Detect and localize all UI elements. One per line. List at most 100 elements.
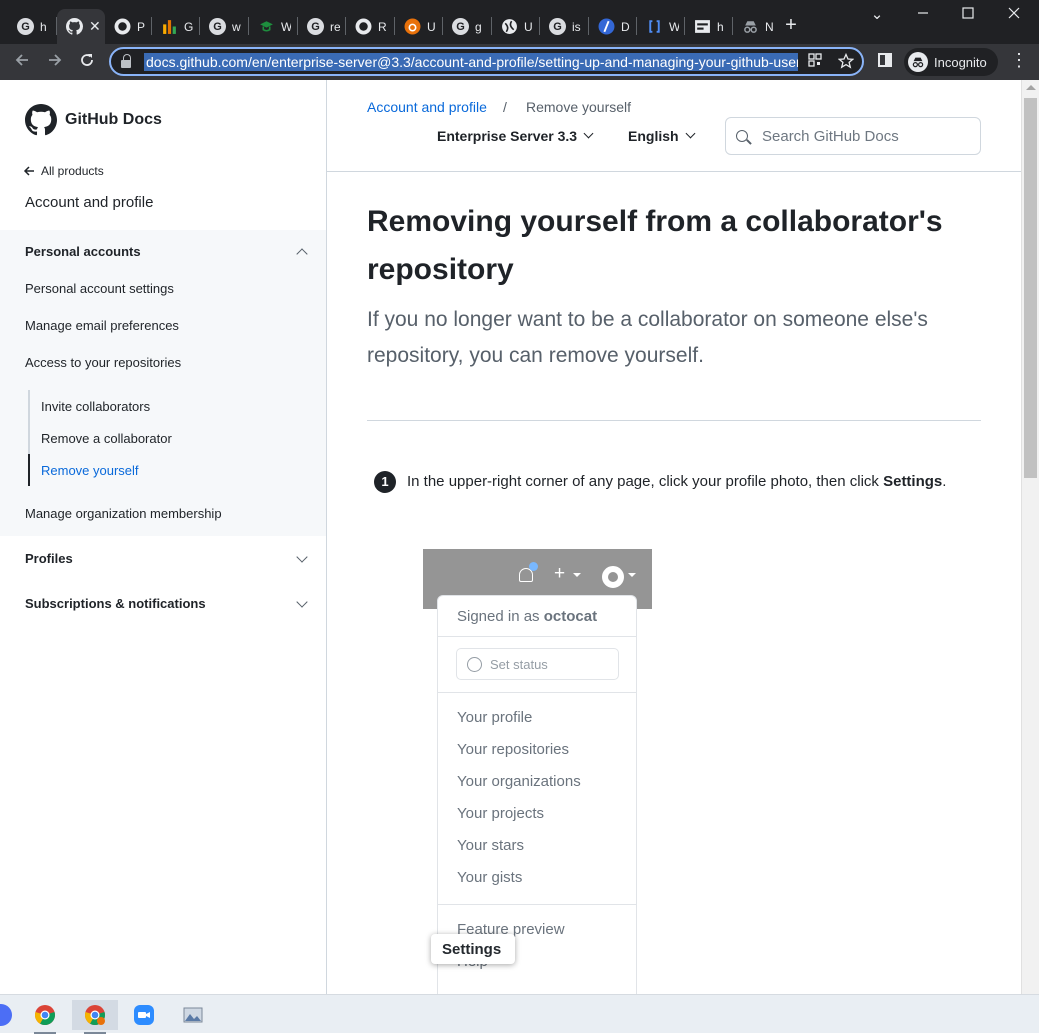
browser-tab[interactable]: U: [395, 9, 442, 44]
step-text-end: .: [942, 473, 947, 490]
google-icon: G: [452, 18, 469, 35]
url-text[interactable]: docs.github.com/en/enterprise-server@3.3…: [144, 52, 798, 71]
close-window-button[interactable]: [999, 4, 1029, 26]
sidebar-title[interactable]: Account and profile: [25, 194, 153, 211]
github-icon: [66, 18, 83, 35]
browser-tab[interactable]: D: [589, 9, 636, 44]
browser-tab[interactable]: U: [492, 9, 539, 44]
scrollbar-thumb[interactable]: [1024, 98, 1037, 478]
tab-title: W: [669, 19, 679, 34]
page-scrollbar[interactable]: [1021, 80, 1039, 994]
article-title: Removing yourself from a collaborator's …: [367, 205, 943, 286]
chevron-down-icon[interactable]: [296, 596, 308, 608]
tab-title: h: [717, 19, 724, 34]
browser-tab[interactable]: W: [637, 9, 684, 44]
qr-code-icon[interactable]: [806, 53, 824, 71]
tab-title: g: [475, 19, 482, 34]
reload-button[interactable]: [75, 50, 99, 74]
sidebar-item-access-to-repositories[interactable]: Access to your repositories: [25, 355, 181, 370]
sidebar-item-invite-collaborators[interactable]: Invite collaborators: [41, 399, 150, 414]
docs-page: GitHub Docs All products Account and pro…: [0, 80, 1039, 994]
taskbar-chrome-active[interactable]: [72, 1000, 118, 1034]
scroll-up-arrow-icon[interactable]: [1026, 85, 1036, 90]
menu-item-your-projects: Your projects: [457, 805, 544, 822]
tab-title: re: [330, 19, 340, 34]
step-screenshot: + Signed in as octocat Set status Your p…: [423, 549, 652, 994]
browser-tab[interactable]: G: [152, 9, 199, 44]
side-panel-icon[interactable]: [878, 53, 892, 67]
chrome-icon: [35, 1005, 55, 1026]
article-intro: If you no longer want to be a collaborat…: [367, 308, 928, 367]
docs-header: Account and profile / Remove yourself En…: [327, 80, 1021, 172]
tab-title: N: [765, 19, 774, 34]
brand-link[interactable]: GitHub Docs: [25, 104, 162, 136]
taskbar-chrome[interactable]: [22, 1000, 68, 1034]
search-input[interactable]: Search GitHub Docs: [725, 117, 981, 155]
close-icon: [1008, 7, 1020, 19]
tab-search-button[interactable]: ⌄: [862, 4, 892, 26]
breadcrumb-separator: /: [503, 99, 507, 115]
browser-tab[interactable]: W: [249, 9, 297, 44]
language-picker[interactable]: English: [628, 128, 696, 144]
bookmark-star-icon[interactable]: [837, 52, 855, 71]
tab-title: U: [427, 19, 436, 34]
tab-title: w: [232, 19, 241, 34]
signed-in-prefix: Signed in as: [457, 608, 544, 625]
sidebar-item-manage-email-preferences[interactable]: Manage email preferences: [25, 318, 179, 333]
browser-tab[interactable]: h: [685, 9, 732, 44]
sidebar-group-profiles[interactable]: Profiles: [25, 551, 73, 566]
menu-divider: [438, 636, 636, 637]
arrow-left-icon: [23, 166, 34, 176]
minimize-icon: [918, 12, 928, 14]
signed-in-as: Signed in as octocat: [457, 608, 597, 625]
arrow-left-icon: [15, 54, 28, 66]
lock-icon: [121, 53, 131, 68]
browser-tab[interactable]: G re: [298, 9, 345, 44]
browser-tab[interactable]: G h: [8, 9, 56, 44]
browser-tab[interactable]: G w: [200, 9, 248, 44]
browser-tab[interactable]: N: [733, 9, 776, 44]
chevron-down-icon[interactable]: [296, 551, 308, 563]
browser-tab-active[interactable]: ✕: [57, 9, 105, 44]
avatar: [602, 566, 624, 588]
sidebar-group-subscriptions[interactable]: Subscriptions & notifications: [25, 596, 206, 611]
browser-tab[interactable]: G g: [443, 9, 491, 44]
sidebar-item-personal-account-settings[interactable]: Personal account settings: [25, 281, 174, 296]
step-number-badge: 1: [374, 471, 396, 493]
sidebar-item-remove-a-collaborator[interactable]: Remove a collaborator: [41, 431, 172, 446]
taskbar-zoom[interactable]: [121, 1000, 167, 1030]
browser-tab[interactable]: P: [105, 9, 151, 44]
github-icon: [114, 18, 131, 35]
browser-tab[interactable]: R: [346, 9, 394, 44]
arrow-right-icon: [49, 54, 62, 66]
version-picker[interactable]: Enterprise Server 3.3: [437, 128, 594, 144]
back-button[interactable]: [10, 50, 34, 74]
signed-in-username: octocat: [543, 608, 598, 625]
sidebar-item-remove-yourself[interactable]: Remove yourself: [41, 463, 139, 478]
menu-divider: [438, 692, 636, 693]
address-bar[interactable]: docs.github.com/en/enterprise-server@3.3…: [109, 47, 864, 76]
breadcrumb-account-and-profile[interactable]: Account and profile: [367, 99, 487, 115]
breadcrumb-current[interactable]: Remove yourself: [526, 99, 631, 115]
incognito-profile-button[interactable]: Incognito: [904, 48, 998, 76]
bracket-icon: [647, 19, 662, 34]
divider: [367, 420, 981, 421]
browser-menu-icon[interactable]: ⋮: [1010, 50, 1028, 71]
zoom-icon: [134, 1005, 154, 1025]
browser-tab[interactable]: G is: [540, 9, 588, 44]
caret-down-icon: [628, 573, 636, 577]
chevron-up-icon[interactable]: [296, 248, 308, 260]
tab-close-icon[interactable]: ✕: [89, 18, 101, 35]
sidebar-group-header[interactable]: Personal accounts: [25, 244, 141, 259]
minimize-button[interactable]: [908, 4, 938, 26]
all-products-link[interactable]: All products: [23, 164, 104, 178]
menu-divider: [438, 904, 636, 905]
forward-button[interactable]: [43, 50, 67, 74]
taskbar-photos[interactable]: [170, 1000, 216, 1030]
maximize-button[interactable]: [953, 4, 983, 26]
menu-item-your-gists: Your gists: [457, 869, 523, 886]
site-icon: [404, 18, 421, 35]
sidebar-item-manage-organization-membership[interactable]: Manage organization membership: [25, 506, 222, 521]
new-tab-button[interactable]: +: [780, 14, 802, 36]
taskbar-app[interactable]: [0, 1000, 24, 1030]
